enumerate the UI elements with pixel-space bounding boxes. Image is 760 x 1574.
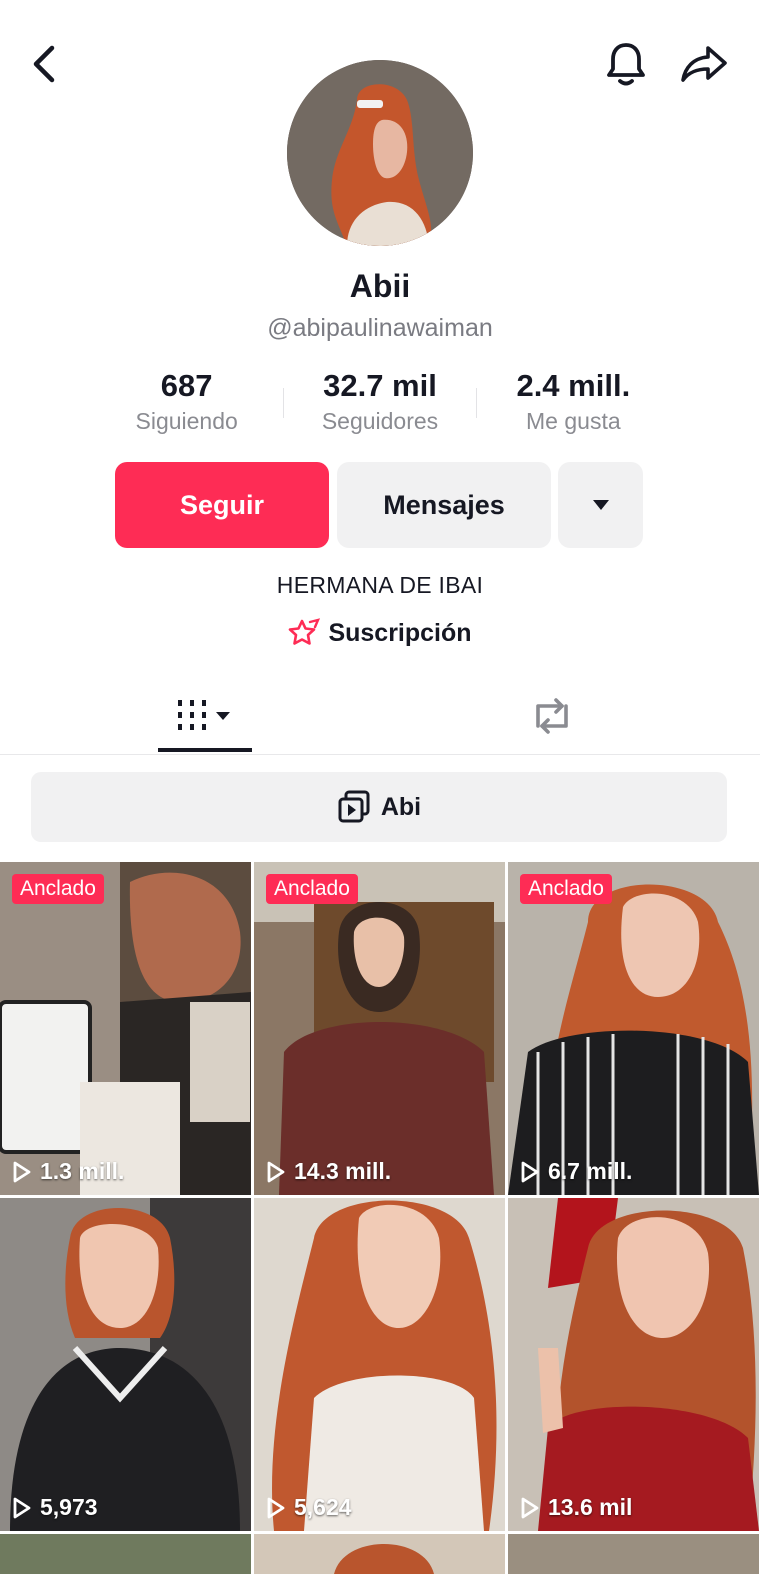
video-thumbnail[interactable] xyxy=(254,1534,505,1574)
share-arrow-icon xyxy=(681,46,727,82)
profile-bio: HERMANA DE IBAI xyxy=(276,572,484,598)
stat-following[interactable]: 687 Siguiendo xyxy=(90,368,283,438)
video-thumbnail-image xyxy=(0,1534,251,1574)
video-thumbnail-image xyxy=(508,1534,759,1574)
view-count-label: 14.3 mill. xyxy=(294,1158,392,1184)
view-count: 14.3 mill. xyxy=(266,1158,391,1185)
subscription-label: Suscripción xyxy=(328,618,472,647)
stat-likes[interactable]: 2.4 mill. Me gusta xyxy=(477,368,670,438)
video-thumbnail-image xyxy=(254,862,505,1195)
caret-down-icon xyxy=(592,500,609,510)
play-outline-icon xyxy=(521,1161,539,1182)
play-outline-icon xyxy=(13,1497,31,1518)
pinned-badge: Anclado xyxy=(520,874,612,904)
playlist-label: Abi xyxy=(380,792,422,821)
play-outline-icon xyxy=(267,1497,285,1518)
playlist-icon xyxy=(338,790,370,823)
notification-button[interactable] xyxy=(600,38,652,90)
stat-label: Siguiendo xyxy=(135,408,238,434)
stat-label: Me gusta xyxy=(526,408,621,434)
active-tab-indicator xyxy=(158,748,252,752)
stat-value: 32.7 mil xyxy=(323,368,437,403)
subscription-link[interactable]: Suscripción xyxy=(0,618,760,648)
back-button[interactable] xyxy=(22,40,66,88)
stat-value: 687 xyxy=(160,368,213,403)
view-count-label: 13.6 mil xyxy=(548,1494,633,1520)
content-tabs xyxy=(0,680,760,755)
profile-stats: 687 Siguiendo 32.7 mil Seguidores 2.4 mi… xyxy=(90,368,670,438)
view-count: 1.3 mill. xyxy=(12,1158,124,1185)
stat-label: Seguidores xyxy=(321,408,439,434)
view-count-label: 1.3 mill. xyxy=(40,1158,125,1184)
profile-name: Abii xyxy=(349,268,411,304)
profile-handle: @abipaulinawaiman xyxy=(267,314,493,342)
stat-followers[interactable]: 32.7 mil Seguidores xyxy=(283,368,476,438)
video-thumbnail-image xyxy=(254,1198,505,1531)
pinned-badge: Anclado xyxy=(266,874,358,904)
video-grid: Anclado 1.3 mill. Anclado 14.3 mill. Anc… xyxy=(0,862,760,1574)
chevron-left-icon xyxy=(33,45,55,83)
follow-button[interactable]: Seguir xyxy=(115,462,329,548)
view-count-label: 5,973 xyxy=(40,1494,98,1520)
video-thumbnail-image xyxy=(0,1198,251,1531)
more-options-button[interactable] xyxy=(558,462,643,548)
share-button[interactable] xyxy=(676,38,732,90)
message-button[interactable]: Mensajes xyxy=(337,462,551,548)
video-thumbnail[interactable]: Anclado 6.7 mill. xyxy=(508,862,759,1195)
video-thumbnail-image xyxy=(254,1534,505,1574)
video-thumbnail[interactable]: 5,973 xyxy=(0,1198,251,1531)
video-thumbnail[interactable]: Anclado 1.3 mill. xyxy=(0,862,251,1195)
play-outline-icon xyxy=(13,1161,31,1182)
view-count-label: 5,624 xyxy=(294,1494,352,1520)
view-count: 6.7 mill. xyxy=(520,1158,632,1185)
view-count: 13.6 mil xyxy=(520,1494,632,1521)
play-outline-icon xyxy=(267,1161,285,1182)
video-thumbnail[interactable] xyxy=(508,1534,759,1574)
playlist-button[interactable]: Abi xyxy=(31,772,727,842)
video-thumbnail[interactable]: 5,624 xyxy=(254,1198,505,1531)
play-outline-icon xyxy=(521,1497,539,1518)
video-thumbnail-image xyxy=(0,862,251,1195)
video-thumbnail[interactable] xyxy=(0,1534,251,1574)
repost-icon xyxy=(536,698,568,734)
subscription-star-icon xyxy=(289,618,321,645)
stat-value: 2.4 mill. xyxy=(516,368,631,403)
grid-view-icon xyxy=(178,700,230,730)
video-thumbnail-image xyxy=(508,862,759,1195)
pinned-badge: Anclado xyxy=(12,874,104,904)
view-count: 5,624 xyxy=(266,1494,352,1521)
tab-videos[interactable] xyxy=(158,680,252,752)
profile-avatar[interactable] xyxy=(287,60,473,246)
bell-icon xyxy=(607,43,645,86)
video-thumbnail-image xyxy=(508,1198,759,1531)
view-count-label: 6.7 mill. xyxy=(548,1158,633,1184)
video-thumbnail[interactable]: Anclado 14.3 mill. xyxy=(254,862,505,1195)
video-thumbnail[interactable]: 13.6 mil xyxy=(508,1198,759,1531)
tab-reposts[interactable] xyxy=(520,680,584,752)
view-count: 5,973 xyxy=(12,1494,98,1521)
